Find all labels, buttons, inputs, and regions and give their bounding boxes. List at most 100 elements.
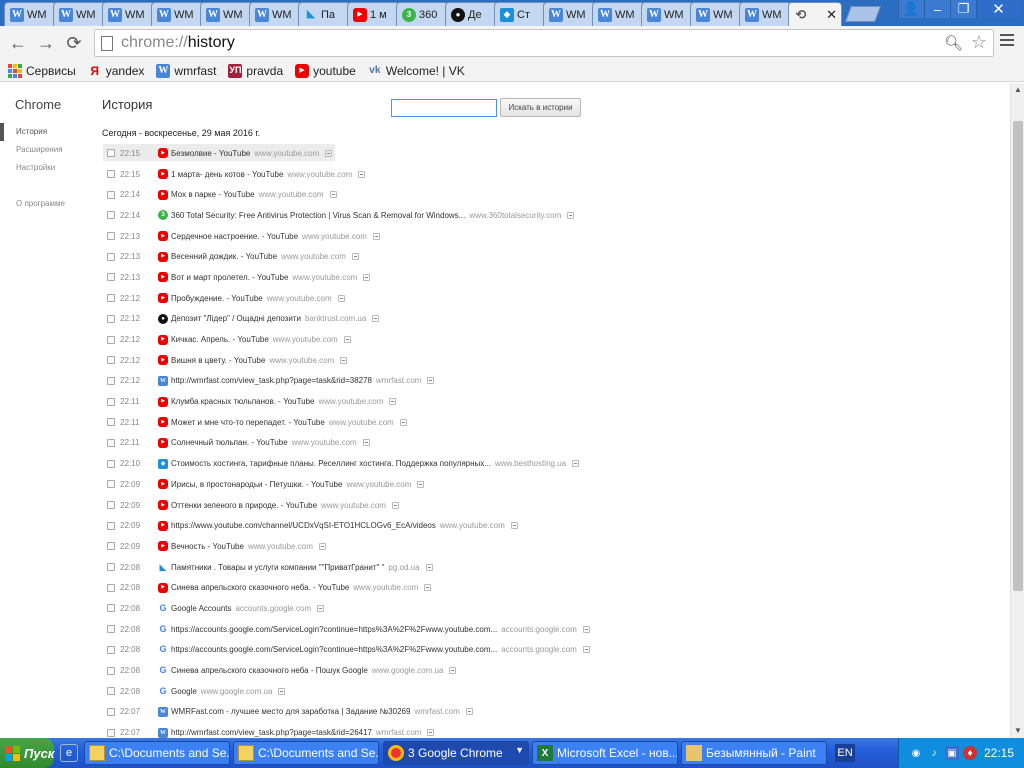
entry-checkbox[interactable] bbox=[107, 252, 115, 261]
history-entry[interactable]: 22:13 ▶ Сердечное настроение. - YouTube www… bbox=[103, 226, 1003, 247]
address-bar[interactable]: chrome://history 🔍︎ ☆ bbox=[94, 29, 994, 57]
back-button[interactable]: ← bbox=[8, 33, 28, 53]
quicklaunch-icon[interactable]: e bbox=[60, 744, 78, 762]
entry-title-link[interactable]: Синева апрельского сказочного неба. - Yo… bbox=[171, 583, 349, 592]
bookmark-youtube[interactable]: ▶ youtube bbox=[295, 63, 356, 78]
entry-title-link[interactable]: Может и мне что-то перепадет. - YouTube bbox=[171, 418, 325, 427]
history-entry[interactable]: 22:12 ▶ Пробуждение. - YouTube www.youtube.… bbox=[103, 288, 1003, 309]
entry-title-link[interactable]: Стоимость хостинга, тарифные планы. Ресе… bbox=[171, 459, 491, 468]
tray-volume-icon[interactable]: ♪ bbox=[927, 746, 941, 760]
entry-menu-dropdown-icon[interactable] bbox=[325, 149, 333, 157]
search-history-button[interactable]: Искать в истории bbox=[500, 98, 581, 117]
history-entry[interactable]: 22:09 ▶ Вечность - YouTube www.youtube.com bbox=[103, 536, 1003, 557]
entry-title-link[interactable]: Кичкас. Апрель. - YouTube bbox=[171, 335, 269, 344]
entry-title-link[interactable]: Сердечное настроение. - YouTube bbox=[171, 232, 298, 241]
browser-tab[interactable]: W WM bbox=[543, 2, 596, 26]
browser-tab[interactable]: W WM bbox=[690, 2, 743, 26]
history-entry[interactable]: 22:13 ▶ Вот и март пролетел. - YouTube www.… bbox=[103, 267, 1003, 288]
history-search-input[interactable] bbox=[391, 99, 497, 117]
entry-menu-dropdown-icon[interactable] bbox=[424, 584, 432, 592]
entry-menu-dropdown-icon[interactable] bbox=[278, 687, 286, 695]
browser-tab[interactable]: W WM bbox=[151, 2, 204, 26]
entry-checkbox[interactable] bbox=[107, 707, 115, 716]
taskbar-button-folder[interactable]: C:\Documents and Se... bbox=[233, 741, 379, 765]
history-entry[interactable]: 22:08 Ghttps://accounts.google.com/Servic… bbox=[103, 640, 1003, 661]
entry-checkbox[interactable] bbox=[107, 314, 115, 323]
entry-title-link[interactable]: Мох в парке - YouTube bbox=[171, 190, 255, 199]
entry-title-link[interactable]: Вот и март пролетел. - YouTube bbox=[171, 273, 288, 282]
entry-title-link[interactable]: Оттенки зеленого в природе. - YouTube bbox=[171, 501, 317, 510]
browser-tab[interactable]: W WM bbox=[102, 2, 155, 26]
entry-checkbox[interactable] bbox=[107, 397, 115, 406]
history-entry[interactable]: 22:15 ▶ 1 марта- день котов - YouTube www.y… bbox=[103, 164, 1003, 185]
history-entry[interactable]: 22:09 ▶ Оттенки зеленого в природе. - YouT… bbox=[103, 495, 1003, 516]
history-entry[interactable]: 22:08 G Google Accounts accounts.google.com bbox=[103, 598, 1003, 619]
entry-checkbox[interactable] bbox=[107, 645, 115, 654]
entry-checkbox[interactable] bbox=[107, 563, 115, 572]
tray-app-icon[interactable]: ▣ bbox=[945, 746, 959, 760]
entry-menu-dropdown-icon[interactable] bbox=[363, 273, 371, 281]
entry-menu-dropdown-icon[interactable] bbox=[358, 170, 366, 178]
entry-checkbox[interactable] bbox=[107, 501, 115, 510]
entry-menu-dropdown-icon[interactable] bbox=[567, 211, 575, 219]
entry-title-link[interactable]: Google bbox=[171, 687, 197, 696]
history-entry[interactable]: 22:11 ▶ Солнечный тюльпан. - YouTube www.yo… bbox=[103, 433, 1003, 454]
entry-menu-dropdown-icon[interactable] bbox=[427, 377, 435, 385]
taskbar-button-paint[interactable]: Безымянный - Paint bbox=[681, 741, 827, 765]
scroll-thumb[interactable] bbox=[1013, 121, 1023, 591]
browser-tab[interactable]: W WM bbox=[592, 2, 645, 26]
entry-checkbox[interactable] bbox=[107, 459, 115, 468]
entry-checkbox[interactable] bbox=[107, 666, 115, 675]
entry-checkbox[interactable] bbox=[107, 604, 115, 613]
nav-item-extensions[interactable]: Расширения bbox=[0, 141, 95, 159]
entry-title-link[interactable]: Памятники . Товары и услуги компании ""П… bbox=[171, 563, 384, 572]
entry-checkbox[interactable] bbox=[107, 418, 115, 427]
entry-menu-dropdown-icon[interactable] bbox=[372, 232, 380, 240]
entry-title-link[interactable]: Синева апрельского сказочного неба - Пош… bbox=[171, 666, 368, 675]
browser-tab[interactable]: W WM bbox=[641, 2, 694, 26]
history-entry[interactable]: 22:11 ▶ Может и мне что-то перепадет. - Yo… bbox=[103, 412, 1003, 433]
history-entry[interactable]: 22:12 ▶ Кичкас. Апрель. - YouTube www.youtu… bbox=[103, 329, 1003, 350]
minimize-button[interactable]: – bbox=[924, 0, 950, 18]
entry-menu-dropdown-icon[interactable] bbox=[337, 294, 345, 302]
history-entry[interactable]: 22:15 ▶ Безмолвие - YouTube www.youtube.com bbox=[103, 143, 1003, 164]
tray-network-icon[interactable]: ◉ bbox=[909, 746, 923, 760]
reload-button[interactable]: ⟳ bbox=[64, 33, 84, 53]
history-entry[interactable]: 22:09 ▶ https://www.youtube.com/channel/UC… bbox=[103, 515, 1003, 536]
browser-tab[interactable]: ◆ Ст bbox=[494, 2, 547, 26]
entry-title-link[interactable]: Вечность - YouTube bbox=[171, 542, 244, 551]
entry-checkbox[interactable] bbox=[107, 190, 115, 199]
browser-tab[interactable]: ● Де bbox=[445, 2, 498, 26]
new-tab-button[interactable] bbox=[845, 6, 881, 22]
entry-menu-dropdown-icon[interactable] bbox=[343, 336, 351, 344]
entry-menu-dropdown-icon[interactable] bbox=[340, 356, 348, 364]
entry-menu-dropdown-icon[interactable] bbox=[417, 480, 425, 488]
entry-menu-dropdown-icon[interactable] bbox=[465, 708, 473, 716]
entry-title-link[interactable]: Безмолвие - YouTube bbox=[171, 149, 250, 158]
browser-tab[interactable]: ◣ Па bbox=[298, 2, 351, 26]
taskbar-button-folder[interactable]: C:\Documents and Se... bbox=[84, 741, 230, 765]
history-entry[interactable]: 22:08 G Google www.google.com.ua bbox=[103, 681, 1003, 702]
history-entry[interactable]: 22:10 ◆ Стоимость хостинга, тарифные планы… bbox=[103, 453, 1003, 474]
maximize-button[interactable]: ❐ bbox=[950, 0, 976, 18]
nav-item-about[interactable]: О программе bbox=[0, 195, 95, 213]
entry-title-link[interactable]: Ирисы, в простонародьи - Петушки. - YouT… bbox=[171, 480, 342, 489]
entry-title-link[interactable]: https://accounts.google.com/ServiceLogin… bbox=[171, 625, 497, 634]
entry-menu-dropdown-icon[interactable] bbox=[510, 522, 518, 530]
entry-checkbox[interactable] bbox=[107, 542, 115, 551]
entry-checkbox[interactable] bbox=[107, 170, 115, 179]
history-entry[interactable]: 22:12 ▶ Вишня в цвету. - YouTube www.youtub… bbox=[103, 350, 1003, 371]
history-entry[interactable]: 22:13 ▶ Весенний дождик. - YouTube www.yout… bbox=[103, 246, 1003, 267]
entry-checkbox[interactable] bbox=[107, 211, 115, 220]
entry-title-link[interactable]: Вишня в цвету. - YouTube bbox=[171, 356, 265, 365]
history-entry[interactable]: 22:08 ◣ Памятники . Товары и услуги компан… bbox=[103, 557, 1003, 578]
tray-antivirus-icon[interactable]: ♦ bbox=[963, 746, 977, 760]
url-text[interactable]: chrome://history bbox=[121, 34, 235, 52]
bookmark-wmrfast[interactable]: Wwmrfast bbox=[156, 63, 216, 78]
bookmark-pravda[interactable]: УП pravda bbox=[228, 63, 283, 78]
entry-menu-dropdown-icon[interactable] bbox=[391, 501, 399, 509]
user-icon[interactable]: 👤 bbox=[898, 0, 924, 18]
history-entry[interactable]: 22:08 G Синева апрельского сказочного неба… bbox=[103, 660, 1003, 681]
entry-checkbox[interactable] bbox=[107, 687, 115, 696]
browser-tab[interactable]: 3 360 bbox=[396, 2, 449, 26]
